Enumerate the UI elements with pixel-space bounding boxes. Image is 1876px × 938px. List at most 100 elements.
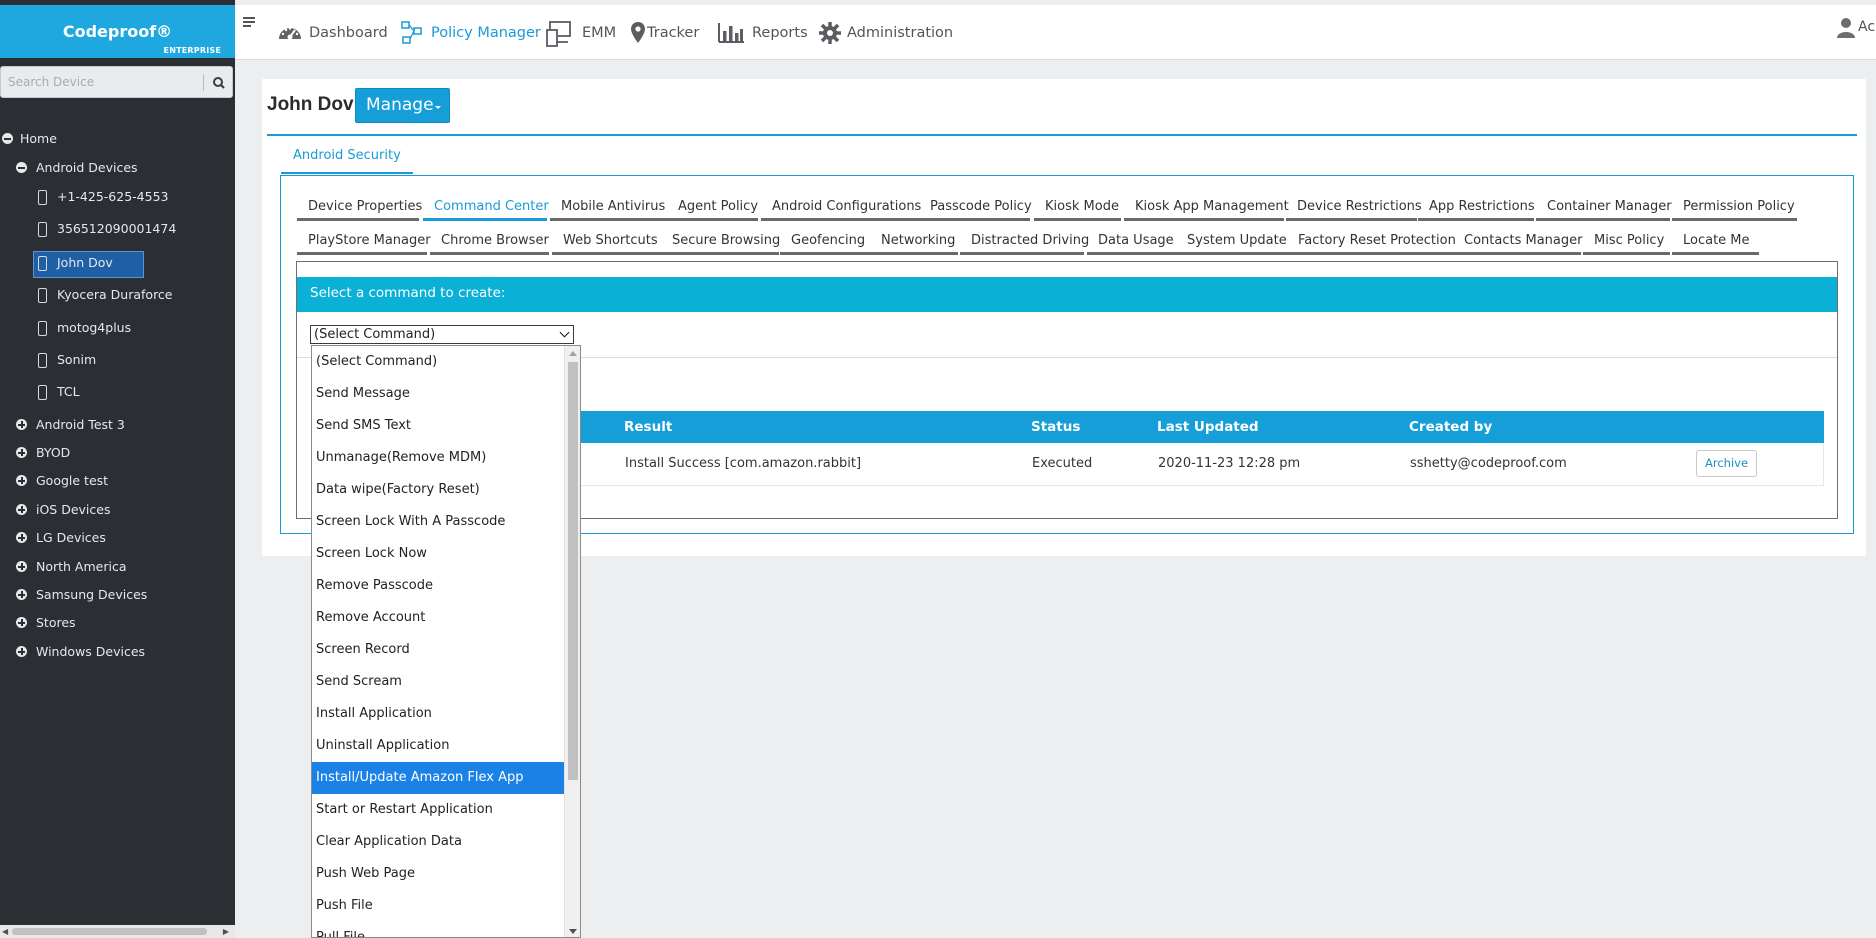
column-header-result: Result [624, 419, 673, 435]
scrollbar-thumb[interactable] [12, 928, 207, 935]
dropdown-option[interactable]: Start or Restart Application [312, 794, 565, 826]
tree-group-android-test-3[interactable]: Android Test 3 [16, 414, 216, 436]
dropdown-option[interactable]: Install Application [312, 698, 565, 730]
tree-group-north-america[interactable]: North America [16, 556, 216, 578]
dropdown-scrollbar[interactable] [564, 346, 580, 937]
tab-playstore-manager[interactable]: PlayStore Manager [297, 231, 431, 255]
tab-web-shortcuts[interactable]: Web Shortcuts [552, 231, 661, 255]
collapse-icon[interactable] [16, 162, 27, 173]
expand-icon[interactable] [16, 475, 27, 486]
dropdown-option[interactable]: Screen Lock Now [312, 538, 565, 570]
tree-device[interactable]: +1-425-625-4553 [38, 186, 218, 208]
tab-misc-policy[interactable]: Misc Policy [1583, 231, 1670, 255]
menu-toggle-icon[interactable] [243, 17, 255, 27]
tab-mobile-antivirus[interactable]: Mobile Antivirus [550, 197, 667, 221]
dropdown-option[interactable]: Remove Passcode [312, 570, 565, 602]
tree-group-samsung-devices[interactable]: Samsung Devices [16, 584, 216, 606]
scrollbar-thumb[interactable] [568, 362, 578, 780]
tab-command-center[interactable]: Command Center [423, 197, 549, 221]
scroll-down-icon[interactable] [569, 929, 577, 934]
search-button[interactable] [209, 73, 229, 93]
tab-android-security[interactable]: Android Security [281, 146, 413, 174]
expand-icon[interactable] [16, 419, 27, 430]
tab-kiosk-mode[interactable]: Kiosk Mode [1034, 197, 1121, 221]
tab-distracted-driving[interactable]: Distracted Driving [960, 231, 1089, 255]
tab-factory-reset-protection[interactable]: Factory Reset Protection [1287, 231, 1456, 255]
nav-policy-manager[interactable]: Policy Manager [399, 18, 541, 48]
tab-locate-me[interactable]: Locate Me [1672, 231, 1759, 255]
tree-device[interactable]: Kyocera Duraforce [38, 284, 218, 306]
tree-home[interactable]: Home [2, 128, 202, 150]
tab-device-restrictions[interactable]: Device Restrictions [1286, 197, 1422, 221]
expand-icon[interactable] [16, 617, 27, 628]
expand-icon[interactable] [16, 447, 27, 458]
dropdown-option-highlighted[interactable]: Install/Update Amazon Flex App [312, 762, 565, 794]
nav-reports[interactable]: Reports [717, 18, 808, 48]
nav-tracker[interactable]: Tracker [630, 18, 710, 48]
tree-group-windows-devices[interactable]: Windows Devices [16, 641, 216, 663]
nav-dashboard[interactable]: Dashboard [277, 18, 388, 48]
tree-device[interactable]: Sonim [38, 349, 218, 371]
scroll-left-icon[interactable]: ◀ [2, 927, 8, 936]
tab-app-restrictions[interactable]: App Restrictions [1418, 197, 1535, 221]
command-select[interactable]: (Select Command) [310, 325, 574, 344]
tree-device-selected[interactable]: John Dov [38, 252, 218, 274]
tab-secure-browsing[interactable]: Secure Browsing [661, 231, 780, 255]
tree-device[interactable]: motog4plus [38, 317, 218, 339]
tab-contacts-manager[interactable]: Contacts Manager [1453, 231, 1582, 255]
dropdown-option[interactable]: Remove Account [312, 602, 565, 634]
dropdown-option[interactable]: Uninstall Application [312, 730, 565, 762]
dropdown-option[interactable]: Push File [312, 890, 565, 922]
tab-agent-policy[interactable]: Agent Policy [667, 197, 758, 221]
manage-button[interactable]: Manage [355, 88, 450, 123]
tree-device[interactable]: TCL [38, 381, 218, 403]
expand-icon[interactable] [16, 646, 27, 657]
tree-group-byod[interactable]: BYOD [16, 442, 216, 464]
tab-system-update[interactable]: System Update [1176, 231, 1287, 255]
dropdown-option[interactable]: (Select Command) [312, 346, 565, 378]
nav-administration[interactable]: Administration [818, 18, 953, 48]
dropdown-option[interactable]: Data wipe(Factory Reset) [312, 474, 565, 506]
dropdown-option[interactable]: Clear Application Data [312, 826, 565, 858]
expand-icon[interactable] [16, 561, 27, 572]
tab-networking[interactable]: Networking [870, 231, 958, 255]
dropdown-option[interactable]: Push Web Page [312, 858, 565, 890]
column-header-last-updated: Last Updated [1157, 419, 1259, 435]
tab-kiosk-app-management[interactable]: Kiosk App Management [1124, 197, 1289, 221]
tab-chrome-browser[interactable]: Chrome Browser [430, 231, 549, 255]
cell-status: Executed [1032, 456, 1093, 471]
tab-data-usage[interactable]: Data Usage [1087, 231, 1176, 255]
tab-geofencing[interactable]: Geofencing [780, 231, 870, 255]
tab-device-properties[interactable]: Device Properties [297, 197, 422, 221]
dropdown-option[interactable]: Send Scream [312, 666, 565, 698]
tree-device[interactable]: 356512090001474 [38, 218, 218, 240]
search-input[interactable] [1, 67, 203, 97]
tree-group-lg-devices[interactable]: LG Devices [16, 527, 216, 549]
tree-group-android-devices[interactable]: Android Devices [16, 157, 216, 179]
dropdown-option[interactable]: Pull File [312, 922, 565, 937]
tree-group-google-test[interactable]: Google test [16, 470, 216, 492]
tab-android-configurations[interactable]: Android Configurations [761, 197, 921, 221]
nav-emm[interactable]: EMM [546, 18, 626, 48]
scroll-up-icon[interactable] [569, 351, 577, 356]
archive-button[interactable]: Archive [1696, 450, 1757, 477]
nav-label: Reports [752, 25, 808, 41]
scroll-right-icon[interactable]: ▶ [223, 927, 229, 936]
user-menu[interactable]: Ac [1836, 13, 1876, 43]
expand-icon[interactable] [16, 589, 27, 600]
dropdown-option[interactable]: Screen Lock With A Passcode [312, 506, 565, 538]
expand-icon[interactable] [16, 504, 27, 515]
dropdown-option[interactable]: Screen Record [312, 634, 565, 666]
tree-group-stores[interactable]: Stores [16, 612, 216, 634]
tab-passcode-policy[interactable]: Passcode Policy [919, 197, 1032, 221]
collapse-icon[interactable] [2, 133, 13, 144]
tree-group-ios-devices[interactable]: iOS Devices [16, 499, 216, 521]
sidebar-horizontal-scrollbar[interactable]: ◀ ▶ [0, 925, 235, 938]
tab-permission-policy[interactable]: Permission Policy [1672, 197, 1797, 221]
dropdown-option[interactable]: Send Message [312, 378, 565, 410]
brand-logo[interactable]: Codeproof® ENTERPRISE [0, 5, 235, 58]
tab-container-manager[interactable]: Container Manager [1536, 197, 1672, 221]
dropdown-option[interactable]: Unmanage(Remove MDM) [312, 442, 565, 474]
expand-icon[interactable] [16, 532, 27, 543]
dropdown-option[interactable]: Send SMS Text [312, 410, 565, 442]
